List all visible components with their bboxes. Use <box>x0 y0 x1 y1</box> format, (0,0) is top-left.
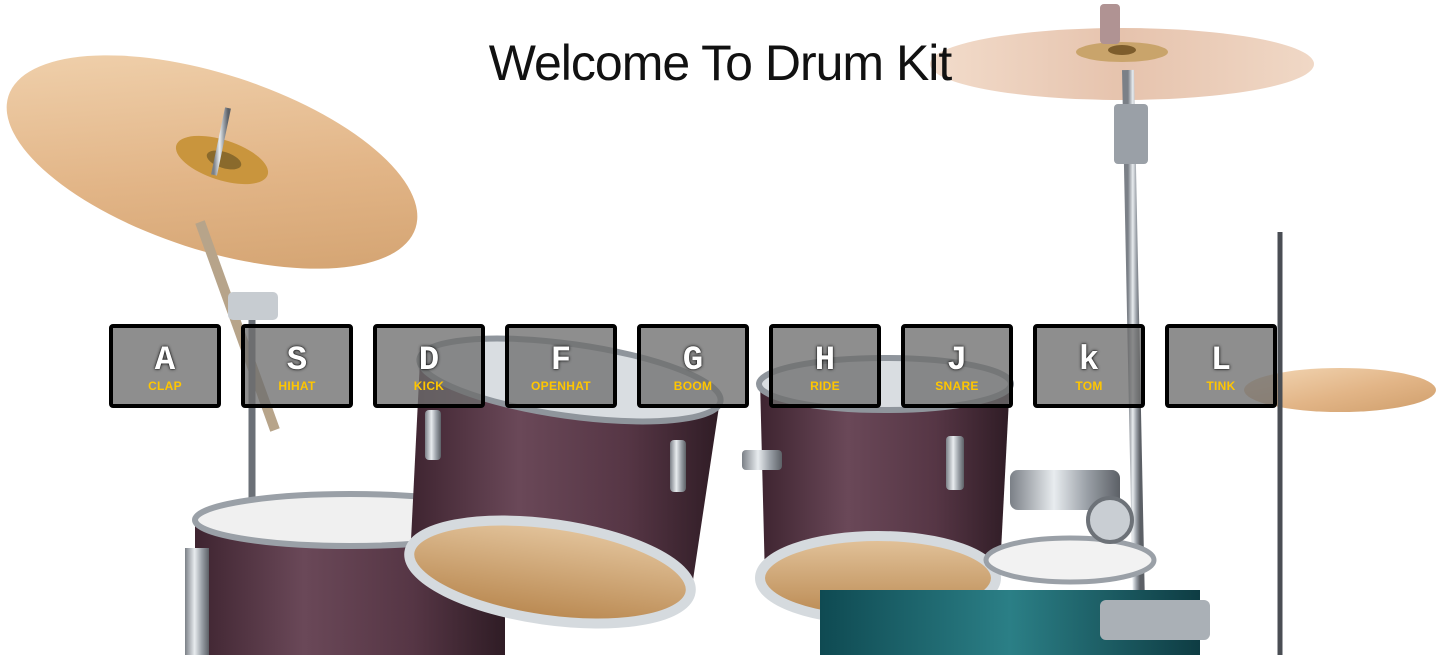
key-letter: k <box>1078 342 1100 380</box>
key-letter: A <box>154 342 176 380</box>
drum-keys: A CLAP S HIHAT D KICK F OPENHAT G BOOM H… <box>109 324 1277 408</box>
key-boom[interactable]: G BOOM <box>637 324 749 408</box>
drum-kit-page: Welcome To Drum Kit A CLAP S HIHAT D KIC… <box>0 0 1440 655</box>
page-title: Welcome To Drum Kit <box>488 35 953 91</box>
key-sound-label: CLAP <box>148 379 182 393</box>
key-sound-label: TINK <box>1206 379 1236 393</box>
key-sound-label: RIDE <box>810 379 840 393</box>
key-letter: G <box>682 342 704 380</box>
key-snare[interactable]: J SNARE <box>901 324 1013 408</box>
key-letter: S <box>286 342 308 380</box>
key-letter: D <box>418 342 440 380</box>
key-sound-label: KICK <box>413 379 445 393</box>
key-sound-label: SNARE <box>935 379 979 393</box>
key-sound-label: TOM <box>1075 379 1103 393</box>
small-cymbal <box>1244 232 1436 655</box>
key-sound-label: BOOM <box>673 379 713 393</box>
key-ride[interactable]: H RIDE <box>769 324 881 408</box>
key-clap[interactable]: A CLAP <box>109 324 221 408</box>
key-sound-label: OPENHAT <box>531 379 591 393</box>
key-openhat[interactable]: F OPENHAT <box>505 324 617 408</box>
key-letter: J <box>946 342 968 380</box>
key-hihat[interactable]: S HIHAT <box>241 324 353 408</box>
key-tink[interactable]: L TINK <box>1165 324 1277 408</box>
key-sound-label: HIHAT <box>278 379 316 393</box>
key-tom[interactable]: k TOM <box>1033 324 1145 408</box>
key-letter: F <box>550 342 572 380</box>
key-letter: L <box>1210 342 1232 380</box>
key-kick[interactable]: D KICK <box>373 324 485 408</box>
key-letter: H <box>814 342 836 380</box>
